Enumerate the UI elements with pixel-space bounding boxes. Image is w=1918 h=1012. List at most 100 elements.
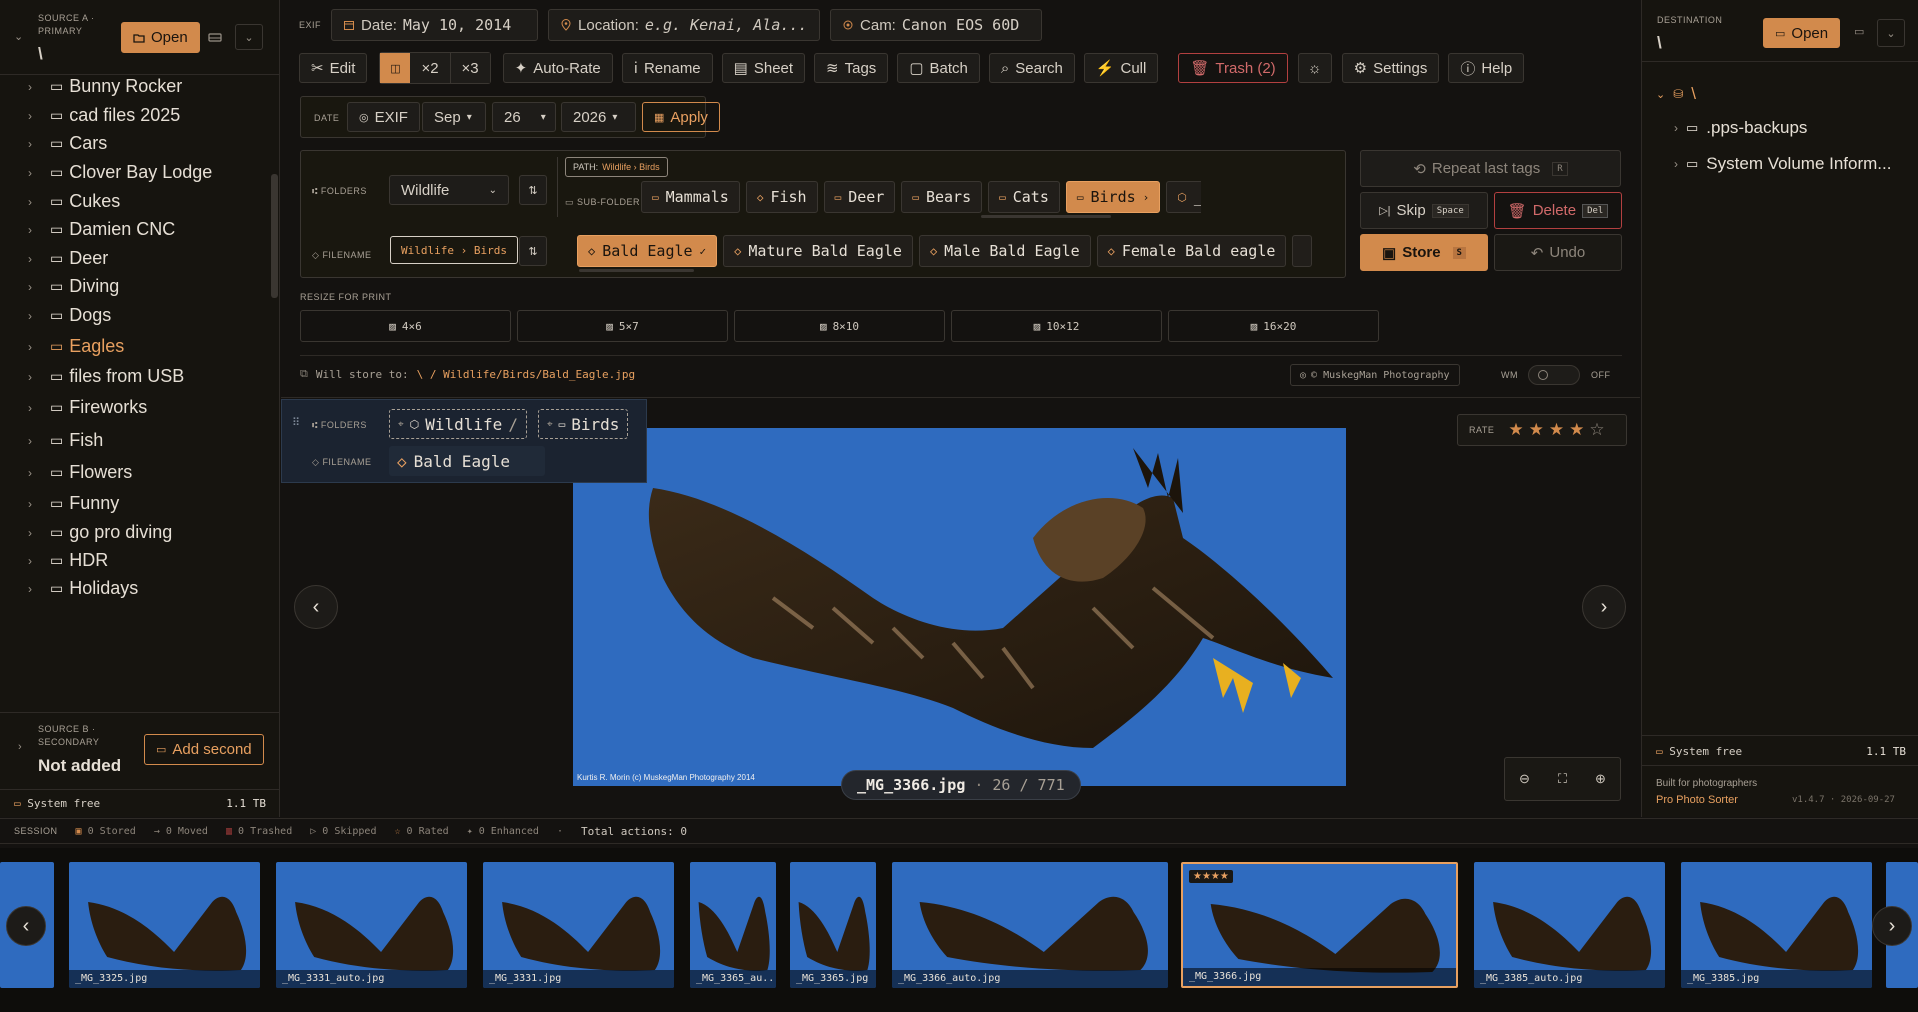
star-icon[interactable]: ★ bbox=[1569, 420, 1584, 440]
tree-folder-item[interactable]: › ▭ cad files 2025 bbox=[28, 105, 180, 126]
tree-folder-item[interactable]: › ▭ Damien CNC bbox=[28, 219, 175, 240]
subfolder-chip[interactable]: ▭ Mammals bbox=[641, 181, 740, 213]
star-icon[interactable]: ★ bbox=[1529, 420, 1544, 440]
batch-button[interactable]: ▢ Batch bbox=[897, 53, 980, 83]
trash-button[interactable]: 🗑 Trash (2) bbox=[1178, 53, 1288, 83]
filename-chip[interactable]: ◇ Bald Eagle ✓ bbox=[577, 235, 718, 267]
tree-scrollbar[interactable] bbox=[271, 174, 278, 298]
cull-button[interactable]: ⚡ Cull bbox=[1083, 53, 1159, 83]
drive-icon[interactable] bbox=[208, 31, 222, 43]
tree-folder-item[interactable]: › ▭ Clover Bay Lodge bbox=[28, 162, 212, 183]
main-photo[interactable]: Kurtis R. Morin (c) MuskegMan Photograph… bbox=[573, 428, 1346, 786]
store-button[interactable]: ▣ Store S bbox=[1360, 234, 1488, 271]
open-source-button[interactable]: Open bbox=[121, 22, 200, 53]
dest-root-item[interactable]: ⌄ ⛁ \ bbox=[1656, 84, 1696, 104]
filmstrip-thumb[interactable]: _MG_3325.jpg bbox=[69, 862, 260, 988]
month-select[interactable]: Sep ▾ bbox=[422, 102, 486, 132]
tree-folder-item[interactable]: › ▭ Funny bbox=[28, 493, 119, 514]
drive-icon[interactable]: ▭ bbox=[1854, 25, 1864, 38]
star-icon[interactable]: ★ bbox=[1549, 420, 1564, 440]
chevron-down-icon[interactable]: ⌄ bbox=[14, 30, 23, 43]
dest-folder-item[interactable]: › ▭ System Volume Inform... bbox=[1674, 154, 1891, 174]
undo-button[interactable]: ↶ Undo bbox=[1494, 234, 1622, 271]
year-select[interactable]: 2026 ▾ bbox=[561, 102, 636, 132]
star-icon[interactable]: ☆ bbox=[1589, 420, 1604, 440]
subfolder-chip[interactable]: ◇ Fish bbox=[745, 181, 818, 213]
overlay-folder-chip-1[interactable]: ⌖ ⬡ Wildlife / bbox=[389, 409, 527, 439]
watermark-field[interactable]: ◎ © MuskegMan Photography bbox=[1290, 364, 1460, 386]
tags-button[interactable]: ≋ Tags bbox=[814, 53, 889, 83]
rename-button[interactable]: ⅰ Rename bbox=[621, 53, 713, 83]
tree-folder-item[interactable]: › ▭ Dogs bbox=[28, 305, 111, 326]
tree-folder-item[interactable]: › ▭ HDR bbox=[28, 550, 108, 571]
edit-button[interactable]: ✂ Edit bbox=[299, 53, 368, 83]
day-select[interactable]: 26 ▾ bbox=[492, 102, 556, 132]
exif-date-button[interactable]: ◎ EXIF bbox=[347, 102, 420, 132]
filename-chip[interactable]: ◇ Male Bald Eagle bbox=[918, 235, 1091, 267]
tree-folder-item[interactable]: › ▭ Holidays bbox=[28, 578, 138, 599]
fit-screen-icon[interactable]: ⛶ bbox=[1558, 771, 1567, 787]
tree-folder-item[interactable]: › ▭ Fireworks bbox=[28, 397, 147, 418]
subfolder-chip[interactable]: ⬡ _Unsorte bbox=[1166, 181, 1201, 213]
subfolder-chip[interactable]: ▭ Cats bbox=[988, 181, 1060, 213]
repeat-last-tags-button[interactable]: ⟲ Repeat last tags R bbox=[1360, 150, 1621, 187]
filmstrip-thumb[interactable]: _MG_3365.jpg bbox=[790, 862, 876, 988]
prev-image-button[interactable]: ‹ bbox=[294, 585, 338, 629]
filename-path-button[interactable]: Wildlife › Birds bbox=[390, 236, 518, 264]
filmstrip-thumb[interactable]: ★★★★ _MG_3366.jpg bbox=[1181, 862, 1458, 988]
location-field[interactable]: Location: e.g. Kenai, Ala... bbox=[548, 9, 821, 41]
folder-select[interactable]: Wildlife ⌄ bbox=[389, 175, 509, 205]
filmstrip-thumb[interactable]: _MG_3366_auto.jpg bbox=[892, 862, 1168, 988]
tree-folder-item[interactable]: › ▭ files from USB bbox=[28, 366, 184, 387]
filmstrip-thumb[interactable]: _MG_3331.jpg bbox=[483, 862, 674, 988]
skip-button[interactable]: ▷| Skip Space bbox=[1360, 192, 1488, 229]
star-rating[interactable]: ★ ★ ★ ★ ☆ bbox=[1508, 420, 1604, 440]
filmstrip-prev-button[interactable]: ‹ bbox=[6, 906, 46, 946]
watermark-toggle[interactable] bbox=[1528, 365, 1580, 385]
filmstrip-thumb[interactable]: _MG_3385.jpg bbox=[1681, 862, 1872, 988]
x3-view-button[interactable]: ×3 bbox=[450, 53, 490, 83]
star-icon[interactable]: ★ bbox=[1508, 420, 1523, 440]
delete-button[interactable]: 🗑 Delete Del bbox=[1494, 192, 1622, 229]
camera-field[interactable]: Cam: Canon EOS 60D bbox=[830, 9, 1043, 41]
filename-chip-partial[interactable] bbox=[1292, 235, 1313, 267]
help-button[interactable]: ⓘ Help bbox=[1448, 53, 1525, 83]
single-view-button[interactable]: ◫ bbox=[380, 53, 411, 83]
subfolder-chip[interactable]: ▭ Bears bbox=[901, 181, 983, 213]
filename-sort-button[interactable]: ⇅ bbox=[519, 236, 547, 266]
tree-folder-item[interactable]: › ▭ Cars bbox=[28, 133, 107, 154]
filename-scrollbar[interactable] bbox=[579, 269, 694, 272]
print-size-button[interactable]: ▨ 5×7 bbox=[517, 310, 728, 342]
print-size-button[interactable]: ▨ 8×10 bbox=[734, 310, 945, 342]
print-size-button[interactable]: ▨ 10×12 bbox=[951, 310, 1162, 342]
tree-folder-item[interactable]: › ▭ Cukes bbox=[28, 191, 120, 212]
overlay-folder-chip-2[interactable]: ⌖ ▭ Birds bbox=[538, 409, 629, 439]
x2-view-button[interactable]: ×2 bbox=[410, 53, 451, 83]
subfolder-chip[interactable]: ▭ Deer bbox=[823, 181, 896, 213]
auto-rate-button[interactable]: ✦ Auto-Rate bbox=[502, 53, 613, 83]
overlay-filename-chip[interactable]: ◇ Bald Eagle bbox=[389, 446, 545, 476]
tree-folder-item[interactable]: › ▭ Diving bbox=[28, 276, 119, 297]
filmstrip-thumb[interactable]: _MG_3385_auto.jpg bbox=[1474, 862, 1665, 988]
add-second-button[interactable]: ▭ Add second bbox=[144, 734, 264, 765]
search-button[interactable]: ⌕ Search bbox=[988, 53, 1075, 83]
subfolder-chip[interactable]: ▭ Birds › bbox=[1065, 181, 1161, 213]
filename-chip[interactable]: ◇ Female Bald eagle bbox=[1096, 235, 1287, 267]
app-name[interactable]: Pro Photo Sorter bbox=[1656, 794, 1738, 806]
filmstrip-next-button[interactable]: › bbox=[1872, 906, 1912, 946]
tree-folder-item[interactable]: › ▭ Flowers bbox=[28, 462, 132, 483]
filename-chip[interactable]: ◇ Mature Bald Eagle bbox=[723, 235, 913, 267]
print-size-button[interactable]: ▨ 4×6 bbox=[300, 310, 511, 342]
folder-sort-button[interactable]: ⇅ bbox=[519, 175, 547, 205]
sheet-button[interactable]: ▤ Sheet bbox=[721, 53, 806, 83]
zoom-in-icon[interactable]: ⊕ bbox=[1595, 771, 1606, 787]
dest-folder-item[interactable]: › ▭ .pps-backups bbox=[1674, 118, 1807, 138]
apply-date-button[interactable]: ▦ Apply bbox=[642, 102, 720, 132]
open-destination-button[interactable]: ▭ Open bbox=[1763, 18, 1841, 48]
tree-folder-item[interactable]: › ▭ Fish bbox=[28, 430, 103, 451]
drive-dropdown-button[interactable]: ⌄ bbox=[235, 24, 263, 50]
dest-dropdown-button[interactable]: ⌄ bbox=[1877, 19, 1905, 47]
print-size-button[interactable]: ▨ 16×20 bbox=[1168, 310, 1379, 342]
chevron-right-icon[interactable]: › bbox=[18, 741, 22, 753]
next-image-button[interactable]: › bbox=[1582, 585, 1626, 629]
